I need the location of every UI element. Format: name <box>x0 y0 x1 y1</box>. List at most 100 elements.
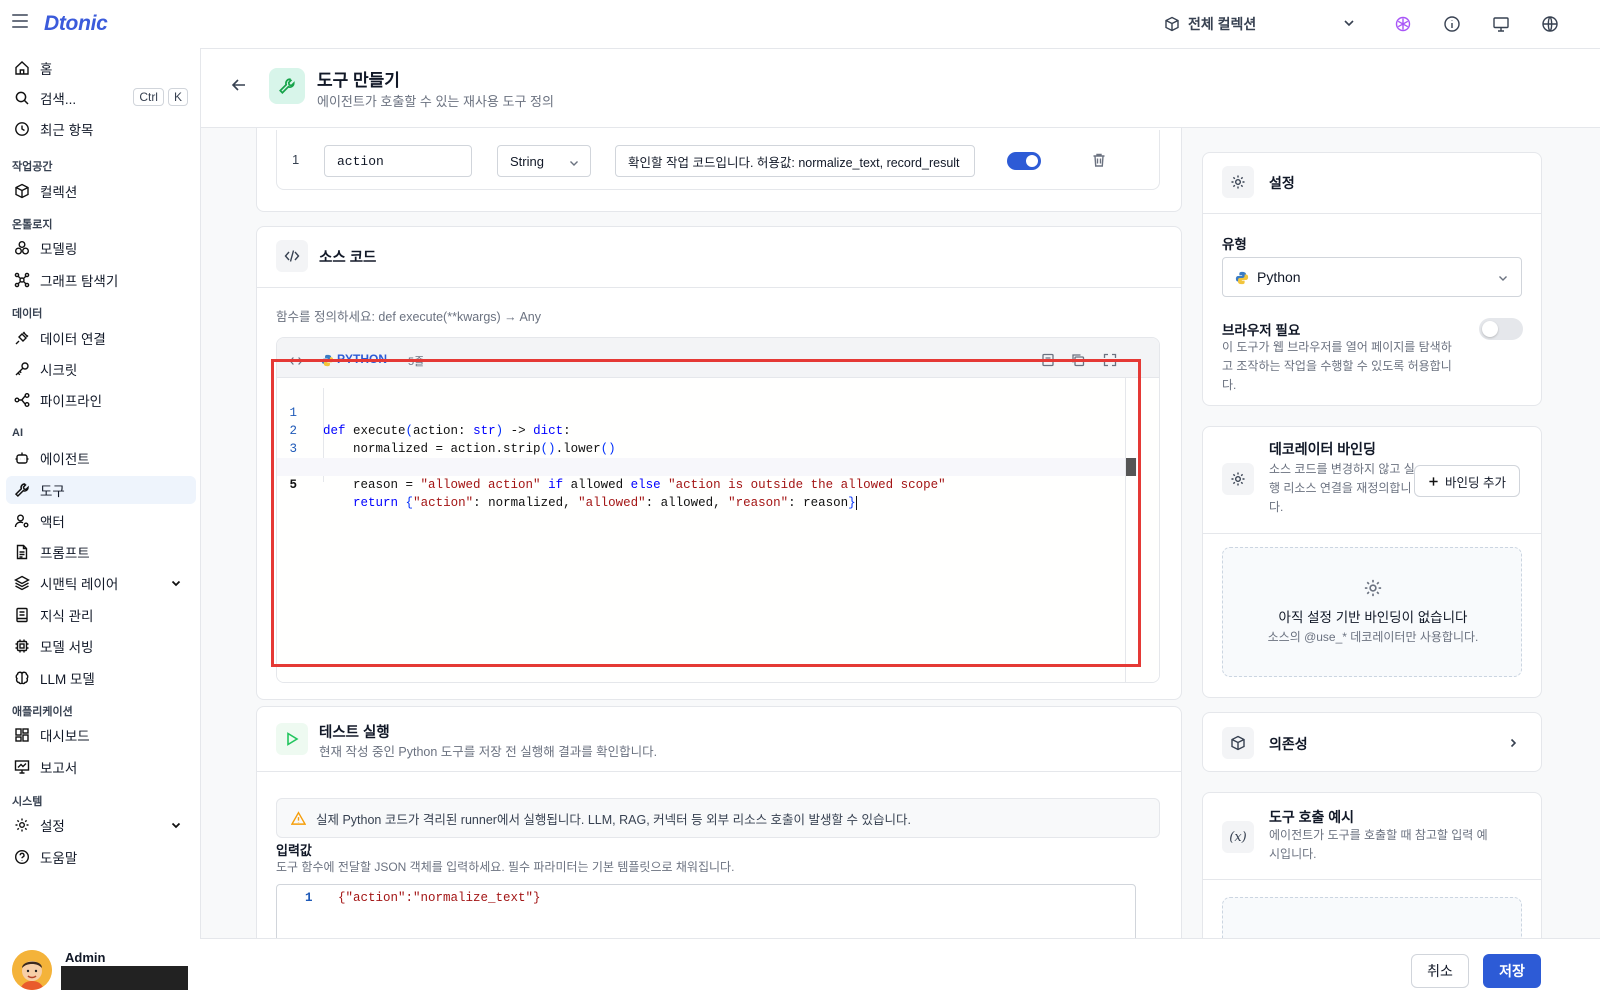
sidebar-item-label: 시맨틱 레이어 <box>40 577 119 592</box>
pipeline-icon <box>14 392 30 408</box>
sidebar-item-label: 액터 <box>40 515 65 530</box>
cancel-button[interactable]: 취소 <box>1411 954 1469 988</box>
sidebar-item-recent[interactable]: 최근 항목 <box>6 115 196 143</box>
scrollbar-thumb[interactable] <box>1126 458 1136 476</box>
sidebar-item-label: 검색... <box>40 92 77 107</box>
sidebar-item-label: 에이전트 <box>40 452 90 467</box>
sidebar-item-pipeline[interactable]: 파이프라인 <box>6 386 196 414</box>
sidebar-item-modeling[interactable]: 모델링 <box>6 234 196 262</box>
group-ai: AI <box>12 427 23 439</box>
bindings-empty-state: 아직 설정 기반 바인딩이 없습니다 소스의 @use_* 데코레이터만 사용합… <box>1222 547 1522 677</box>
arrow-left-icon[interactable] <box>231 77 247 93</box>
avatar <box>12 950 52 990</box>
sidebar-item-model-serving[interactable]: 모델 서빙 <box>6 632 196 660</box>
gear-icon <box>1222 463 1254 495</box>
user-name: Admin <box>65 950 106 965</box>
sidebar-item-reports[interactable]: 보고서 <box>6 753 196 781</box>
param-type-select[interactable]: String <box>497 145 591 177</box>
sidebar-item-label: 모델 서빙 <box>40 640 94 655</box>
expand-icon[interactable] <box>1103 353 1117 367</box>
play-icon[interactable] <box>276 723 308 755</box>
param-index: 1 <box>292 152 300 167</box>
parameter-row: 1 action String 확인할 작업 코드입니다. 허용값: norma… <box>276 130 1160 190</box>
chevron-right-icon <box>1510 738 1517 748</box>
param-required-toggle[interactable] <box>1007 152 1041 170</box>
gear-icon <box>1222 166 1254 198</box>
variable-icon: (x) <box>1222 821 1254 853</box>
save-button[interactable]: 저장 <box>1483 954 1541 988</box>
code-editor[interactable]: PYTHON 5줄 1 def execute(action: str) -> … <box>276 337 1160 683</box>
info-icon[interactable] <box>1442 14 1462 34</box>
decorator-binding-card: 데코레이터 바인딩 소스 코드를 변경하지 않고 실행 리소스 연결을 재정의합… <box>1202 426 1542 698</box>
sidebar-item-help[interactable]: 도움말 <box>6 843 196 871</box>
sidebar-item-llm-models[interactable]: LLM 모델 <box>6 664 196 692</box>
sidebar-item-label: 컬렉션 <box>40 185 78 200</box>
ai-spark-icon[interactable] <box>1393 14 1413 34</box>
sidebar-item-data-connect[interactable]: 데이터 연결 <box>6 324 196 352</box>
sidebar-item-settings[interactable]: 설정 <box>6 811 196 839</box>
page-subtitle: 에이전트가 호출할 수 있는 재사용 도구 정의 <box>317 94 554 109</box>
sidebar-item-actors[interactable]: 액터 <box>6 507 196 535</box>
trash-icon[interactable] <box>1091 152 1107 168</box>
page-title: 도구 만들기 <box>317 71 400 90</box>
chevron-down-icon[interactable] <box>170 819 182 831</box>
chevron-down-icon[interactable] <box>170 577 182 589</box>
gear-icon <box>14 817 30 833</box>
plus-icon <box>1429 476 1438 486</box>
browser-toggle[interactable] <box>1479 318 1523 340</box>
decorator-desc: 소스 코드를 변경하지 않고 실행 리소스 연결을 재정의합니다. <box>1269 462 1415 514</box>
sidebar-item-home[interactable]: 홈 <box>6 54 196 82</box>
clock-icon <box>14 121 30 137</box>
input-json-editor[interactable]: 1 {"action":"normalize_text"} <box>276 884 1136 946</box>
browser-label: 브라우저 필요 <box>1222 323 1301 338</box>
sidebar-item-label: 도움말 <box>40 851 78 866</box>
sidebar: 홈 검색... Ctrl K 최근 항목 작업공간 컬렉션 온톨로지 모델링 그… <box>0 48 200 1000</box>
redacted-block <box>61 966 188 990</box>
add-binding-button[interactable]: 바인딩 추가 <box>1414 465 1520 497</box>
code-area[interactable]: 1 def execute(action: str) -> dict: 2 no… <box>277 378 1159 682</box>
app-logo[interactable]: Dtonic <box>44 12 108 36</box>
chevron-down-icon[interactable] <box>1342 16 1356 30</box>
source-hint: 함수를 정의하세요: def execute(**kwargs) → Any <box>276 310 541 324</box>
page-header: 도구 만들기 에이전트가 호출할 수 있는 재사용 도구 정의 <box>201 49 1600 128</box>
presentation-icon <box>14 759 30 775</box>
type-select[interactable]: Python <box>1222 257 1522 297</box>
param-description-input[interactable]: 확인할 작업 코드입니다. 허용값: normalize_text, recor… <box>615 145 975 177</box>
sidebar-item-agents[interactable]: 에이전트 <box>6 444 196 472</box>
sidebar-item-label: 모델링 <box>40 242 78 257</box>
menu-icon[interactable] <box>12 14 28 28</box>
book-icon <box>14 607 30 623</box>
format-icon[interactable] <box>1041 353 1055 367</box>
editor-language: PYTHON <box>337 352 388 366</box>
sidebar-item-secrets[interactable]: 시크릿 <box>6 355 196 383</box>
globe-icon[interactable] <box>1540 14 1560 34</box>
collection-selector[interactable]: 전체 컬렉션 <box>1164 12 1256 36</box>
copy-icon[interactable] <box>1071 353 1085 367</box>
python-icon <box>1235 271 1249 285</box>
sidebar-item-graph-explorer[interactable]: 그래프 탐색기 <box>6 266 196 294</box>
sidebar-item-prompts[interactable]: 프롬프트 <box>6 538 196 566</box>
call-example-desc: 에이전트가 도구를 호출할 때 참고할 입력 예시입니다. <box>1269 828 1488 861</box>
sidebar-search[interactable]: 검색... Ctrl K <box>6 84 196 112</box>
code-line: 2 normalized = action.strip().lower() <box>289 424 616 456</box>
monitor-icon[interactable] <box>1491 14 1511 34</box>
sidebar-item-collections[interactable]: 컬렉션 <box>6 177 196 205</box>
sidebar-item-semantic-layer[interactable]: 시맨틱 레이어 <box>6 569 196 597</box>
sidebar-item-knowledge[interactable]: 지식 관리 <box>6 601 196 629</box>
user-profile[interactable]: Admin <box>12 950 188 990</box>
box-icon <box>1165 16 1179 32</box>
sidebar-item-tools[interactable]: 도구 <box>6 476 196 504</box>
decorator-title: 데코레이터 바인딩 <box>1269 441 1376 457</box>
group-ontology: 온톨로지 <box>12 219 53 231</box>
settings-card: 설정 유형 Python 브라우저 필요 이 도구가 웹 브라우저를 열어 페이… <box>1202 152 1542 406</box>
dependencies-card[interactable]: 의존성 <box>1202 712 1542 772</box>
group-workspace: 작업공간 <box>12 161 53 173</box>
param-name-input[interactable]: action <box>324 145 472 177</box>
sidebar-item-dashboards[interactable]: 대시보드 <box>6 721 196 749</box>
dependencies-title: 의존성 <box>1269 736 1308 752</box>
editor-header: PYTHON 5줄 <box>277 338 1159 378</box>
kbd-ctrl: Ctrl <box>133 88 164 106</box>
sidebar-item-label: 대시보드 <box>40 729 90 744</box>
sidebar-item-label: 최근 항목 <box>40 123 94 138</box>
empty-title: 아직 설정 기반 바인딩이 없습니다 <box>1278 610 1468 625</box>
